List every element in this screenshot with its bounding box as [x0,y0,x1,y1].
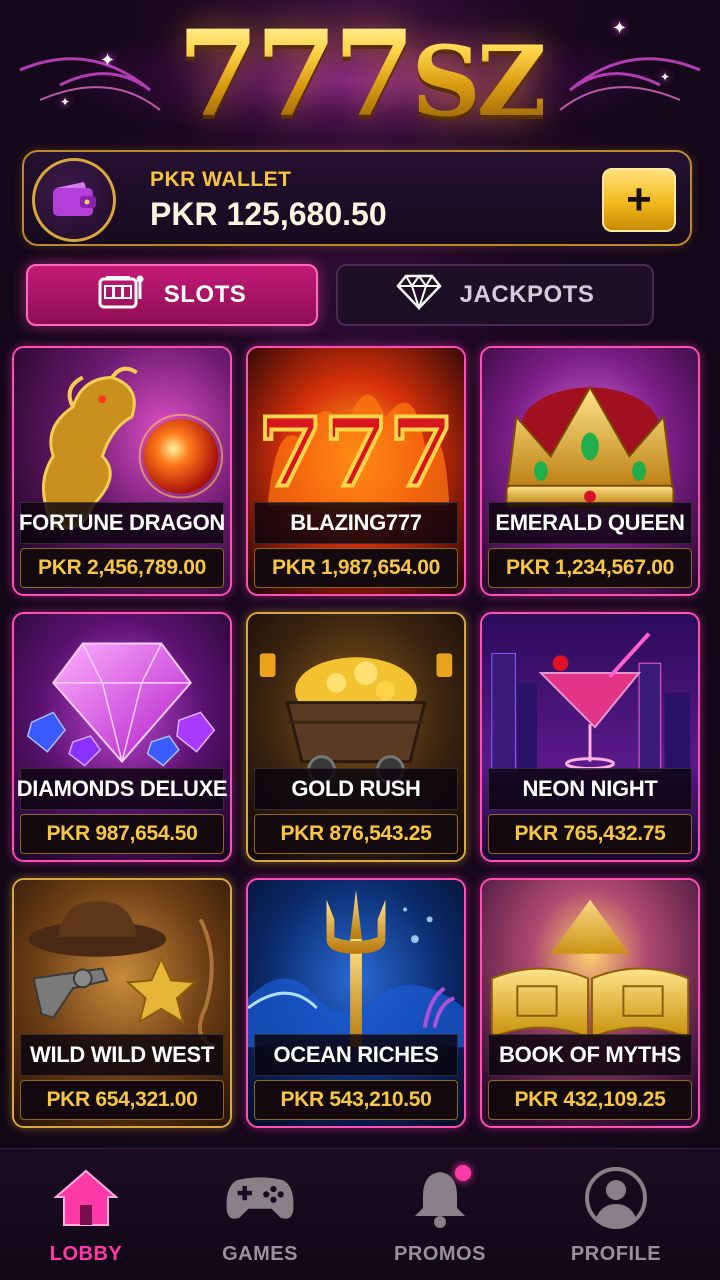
game-title: BLAZING777 [254,502,458,544]
wallet-label: PKR WALLET [150,168,292,191]
game-title: GOLD RUSH [254,768,458,810]
game-card-gold-rush[interactable]: GOLD RUSH PKR 876,543.25 [246,612,466,862]
game-title: DIAMONDS DELUXE [17,768,228,810]
game-jackpot: PKR 987,654.50 [20,814,224,854]
game-title: BOOK OF MYTHS [488,1034,692,1076]
game-title: WILD WILD WEST [20,1034,224,1076]
profile-icon [581,1163,651,1233]
game-jackpot: PKR 1,987,654.00 [254,548,458,588]
game-title: NEON NIGHT [488,768,692,810]
home-icon [51,1163,121,1233]
game-card-emerald-queen[interactable]: EMERALD QUEEN PKR 1,234,567.00 [480,346,700,596]
game-card-blazing777[interactable]: 777 BLAZING777 PKR 1,987,654.00 [246,346,466,596]
svg-text:777: 777 [258,398,455,509]
nav-label: LOBBY [49,1243,123,1265]
wallet-icon [32,158,116,242]
tab-jackpots[interactable]: JACKPOTS [336,264,654,326]
bottom-navigation: LOBBY GAMES PROMOS PROFILE [0,1148,720,1280]
nav-label: PROMOS [394,1243,486,1265]
slot-machine-icon [98,273,146,318]
nav-item-games[interactable]: GAMES [190,1163,330,1273]
game-jackpot: PKR 432,109.25 [488,1080,692,1120]
game-title: EMERALD QUEEN [488,502,692,544]
game-jackpot: PKR 876,543.25 [254,814,458,854]
game-title: FORTUNE DRAGON [19,502,225,544]
nav-item-profile[interactable]: PROFILE [546,1163,686,1273]
game-card-diamonds-deluxe[interactable]: DIAMONDS DELUXE PKR 987,654.50 [12,612,232,862]
nav-item-lobby[interactable]: LOBBY [16,1163,156,1273]
wallet-balance: PKR 125,680.50 [150,196,387,232]
bell-icon [405,1163,475,1233]
promos-notification-badge [455,1165,471,1181]
add-funds-button[interactable]: + [602,168,676,232]
game-card-fortune-dragon[interactable]: FORTUNE DRAGON PKR 2,456,789.00 [12,346,232,596]
nav-label: PROFILE [570,1243,662,1265]
game-card-book-of-myths[interactable]: BOOK OF MYTHS PKR 432,109.25 [480,878,700,1128]
game-card-wild-wild-west[interactable]: WILD WILD WEST PKR 654,321.00 [12,878,232,1128]
tab-jackpots-label: JACKPOTS [459,281,595,308]
wallet-card: PKR WALLET PKR 125,680.50 + [22,150,692,246]
logo-main: 777 [177,4,412,143]
tab-slots-label: SLOTS [163,281,247,308]
diamond-icon [395,273,442,317]
game-card-neon-night[interactable]: NEON NIGHT PKR 765,432.75 [480,612,700,862]
game-card-ocean-riches[interactable]: OCEAN RICHES PKR 543,210.50 [246,878,466,1128]
game-jackpot: PKR 543,210.50 [254,1080,458,1120]
game-jackpot: PKR 765,432.75 [488,814,692,854]
logo-suffix: SZ [411,25,543,138]
nav-item-promos[interactable]: PROMOS [370,1163,510,1273]
nav-label: GAMES [222,1243,298,1265]
game-jackpot: PKR 654,321.00 [20,1080,224,1120]
tab-slots[interactable]: SLOTS [26,264,318,326]
game-title: OCEAN RICHES [254,1034,458,1076]
app-logo: 777SZ [177,15,543,133]
game-jackpot: PKR 1,234,567.00 [488,548,692,588]
game-jackpot: PKR 2,456,789.00 [20,548,224,588]
app-header: ✦ ✦ ✦ ✦ 777SZ [0,0,720,148]
gamepad-icon [225,1163,295,1233]
